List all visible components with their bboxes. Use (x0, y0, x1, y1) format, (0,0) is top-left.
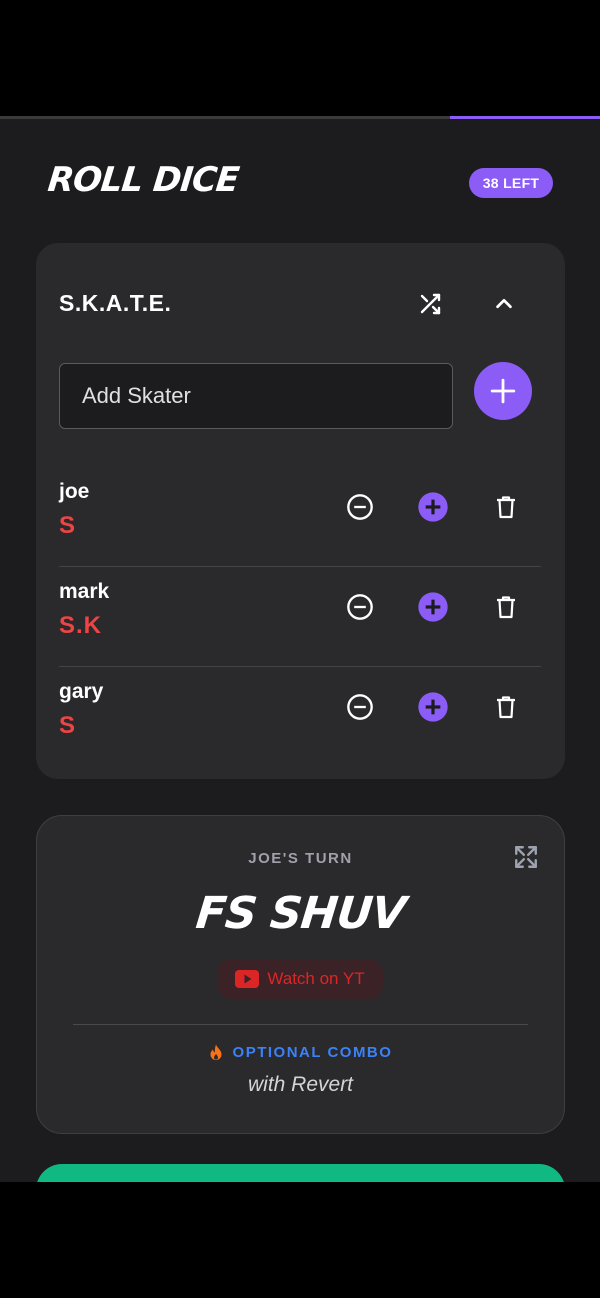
add-skater-input[interactable] (59, 363, 453, 429)
watch-on-youtube-button[interactable]: Watch on YT (217, 959, 383, 999)
combo-label-row: OPTIONAL COMBO (37, 1044, 564, 1061)
shuffle-button[interactable] (412, 288, 448, 320)
add-skater-button[interactable] (474, 362, 532, 420)
chevron-up-icon (496, 298, 512, 309)
skater-name: joe (59, 480, 90, 503)
shuffle-icon (420, 293, 441, 315)
trash-icon (497, 596, 515, 619)
youtube-icon (235, 970, 260, 988)
remove-letter-button[interactable] (343, 590, 377, 624)
progress-bar (0, 116, 600, 119)
collapse-button[interactable] (486, 288, 522, 320)
skater-letters: S (59, 512, 77, 539)
add-letter-button[interactable] (416, 590, 450, 624)
remove-letter-button[interactable] (343, 690, 377, 724)
app-title: ROLL DICE (45, 160, 241, 200)
add-letter-button[interactable] (416, 490, 450, 524)
turn-label: JOE'S TURN (248, 850, 353, 867)
trick-name: FS SHUV (193, 888, 408, 939)
trash-icon (497, 496, 515, 519)
trick-card: JOE'S TURN FS SHUV Watch on YT OPTIONAL … (36, 815, 565, 1134)
skater-name: mark (59, 580, 110, 603)
tricks-left-badge: 38 LEFT (469, 168, 553, 198)
app-screen: ROLL DICE 38 LEFT S.K.A.T.E. Add Skater … (0, 116, 600, 1182)
watch-label: Watch on YT (267, 969, 365, 988)
add-letter-button[interactable] (416, 690, 450, 724)
roll-button[interactable] (36, 1164, 565, 1182)
game-title: S.K.A.T.E. (59, 290, 172, 316)
progress-fill (450, 116, 600, 119)
skater-row: mark S.K (59, 566, 541, 667)
plus-circle-icon (418, 692, 448, 722)
plus-circle-icon (418, 592, 448, 622)
skate-game-card: S.K.A.T.E. joe S (36, 243, 565, 779)
delete-skater-button[interactable] (489, 590, 523, 624)
skater-name: gary (59, 680, 104, 703)
expand-icon (515, 846, 537, 868)
combo-label: OPTIONAL COMBO (232, 1044, 393, 1061)
skater-row: gary S (59, 666, 541, 766)
combo-text: with Revert (247, 1073, 354, 1096)
skater-letters: S.K (59, 612, 103, 639)
plus-circle-icon (418, 492, 448, 522)
skater-letters: S (59, 712, 77, 739)
trash-icon (497, 696, 515, 719)
delete-skater-button[interactable] (489, 690, 523, 724)
minus-circle-icon (347, 594, 373, 620)
fullscreen-button[interactable] (509, 840, 543, 874)
plus-icon (490, 378, 516, 404)
divider (73, 1024, 528, 1025)
fire-icon (210, 1044, 222, 1060)
minus-circle-icon (347, 694, 373, 720)
skater-row: joe S (59, 466, 541, 567)
minus-circle-icon (347, 494, 373, 520)
delete-skater-button[interactable] (489, 490, 523, 524)
remove-letter-button[interactable] (343, 490, 377, 524)
